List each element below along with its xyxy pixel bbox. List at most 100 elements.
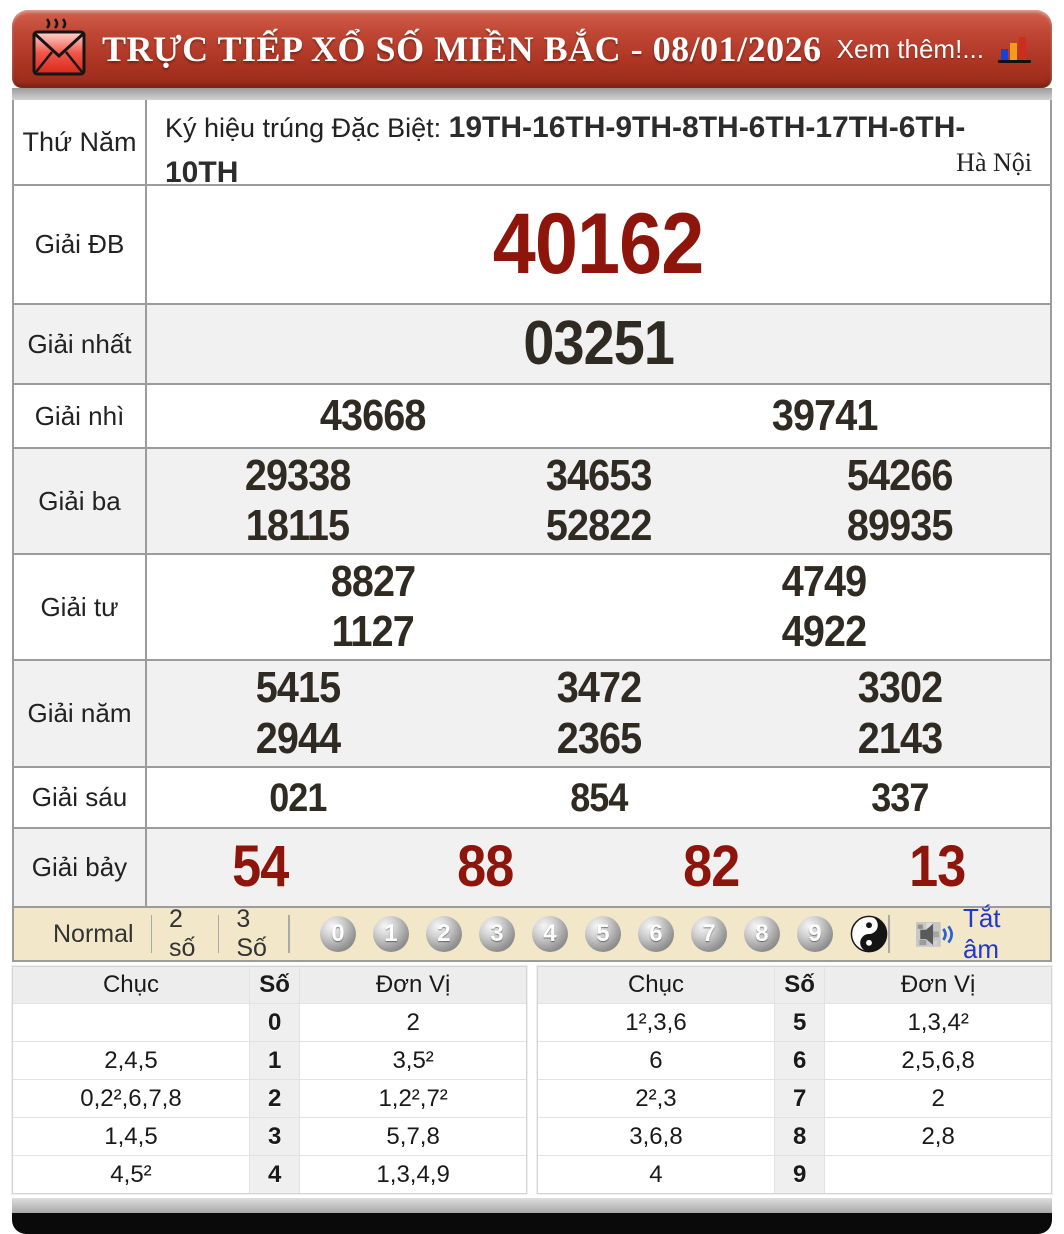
page-title: TRỰC TIẾP XỔ SỐ MIỀN BẮC - 08/01/2026 (102, 28, 822, 70)
tens-cell: 2²,3 (538, 1080, 774, 1117)
prize-number-line: 11274922 (147, 609, 1050, 655)
prize-number-line: 03251 (147, 311, 1050, 376)
prize-number: 40162 (493, 199, 704, 289)
prize-number-cell: 40162 (147, 199, 1050, 289)
summary-header-row: ChụcSốĐơn Vị (538, 967, 1051, 1003)
prize-number: 4749 (782, 559, 867, 605)
prize-number-cell: 1127 (147, 609, 599, 655)
tens-cell: 1,4,5 (13, 1118, 249, 1155)
digit-cell: 0 (249, 1004, 300, 1041)
digit-cell: 6 (774, 1042, 825, 1079)
yinyang-icon (850, 915, 888, 953)
prize-rows: Giải ĐB40162Giải nhất03251Giải nhì436683… (14, 184, 1050, 906)
speaker-icon[interactable] (916, 917, 955, 951)
number-ball-0[interactable]: 0 (320, 916, 356, 952)
prize-number: 43668 (320, 393, 426, 439)
mute-control[interactable]: Tắt âm (888, 903, 1032, 965)
prize-label: Giải tư (14, 555, 147, 659)
summary-section: ChụcSốĐơn Vị022,4,513,5²0,2²,6,7,821,2²,… (12, 966, 1052, 1194)
summary-row: 1,4,535,7,8 (13, 1117, 526, 1155)
tens-cell: 2,4,5 (13, 1042, 249, 1079)
prize-number: 52822 (546, 503, 652, 549)
prize-label: Giải nhì (14, 385, 147, 447)
prize-number-cell: 5415 (147, 665, 448, 711)
number-ball-6[interactable]: 6 (638, 916, 674, 952)
prize-number: 3302 (857, 665, 942, 711)
digit-cell: 9 (774, 1156, 825, 1193)
units-cell: 2,8 (825, 1118, 1051, 1155)
summary-row: 2²,372 (538, 1079, 1051, 1117)
summary-row: 0,2²,6,7,821,2²,7² (13, 1079, 526, 1117)
prize-number: 54 (232, 837, 288, 898)
envelope-icon (30, 18, 88, 80)
mute-label[interactable]: Tắt âm (963, 903, 1032, 965)
prize-number-cell: 8827 (147, 559, 599, 605)
see-more-link[interactable]: Xem thêm!... (837, 34, 1032, 65)
prize-number: 1127 (332, 609, 414, 655)
prize-label: Giải nhất (14, 305, 147, 383)
summary-row: 4,5²41,3,4,9 (13, 1155, 526, 1193)
prize-numbers: 29338 34653 54266 18115 52822 89935 (147, 449, 1050, 553)
number-ball-3[interactable]: 3 (479, 916, 515, 952)
prize-number-line: 294423652143 (147, 716, 1050, 762)
units-cell: 2 (300, 1004, 526, 1041)
prize-number-cell: 337 (749, 777, 1050, 819)
summary-header-cell: Số (774, 967, 825, 1003)
number-ball-8[interactable]: 8 (744, 916, 780, 952)
footer-bar (12, 1213, 1052, 1234)
see-more-label[interactable]: Xem thêm!... (837, 34, 984, 65)
prize-number: 3472 (556, 665, 641, 711)
summary-row: 3,6,882,8 (538, 1117, 1051, 1155)
number-ball-9[interactable]: 9 (797, 916, 833, 952)
page: TRỰC TIẾP XỔ SỐ MIỀN BẮC - 08/01/2026 Xe… (12, 10, 1052, 1234)
prize-numbers: 021854337 (147, 768, 1050, 827)
tens-cell: 0,2²,6,7,8 (13, 1080, 249, 1117)
prize-numbers: 40162 (147, 186, 1050, 303)
prize-number-line: 54888213 (147, 837, 1050, 898)
prize-label: Giải ba (14, 449, 147, 553)
separator (888, 915, 890, 953)
prize-number-cell: 89935 (749, 503, 1050, 549)
prize-label: Giải bảy (14, 829, 147, 906)
prize-label: Giải sáu (14, 768, 147, 827)
number-ball-2[interactable]: 2 (426, 916, 462, 952)
summary-row: 49 (538, 1155, 1051, 1193)
yinyang-ball[interactable] (850, 915, 888, 953)
prize-number-cell: 18115 (147, 503, 448, 549)
summary-header-cell: Đơn Vị (300, 967, 526, 1003)
mode-option-0[interactable]: Normal (36, 920, 151, 949)
prize-number-cell: 13 (824, 837, 1050, 898)
prize-number: 337 (871, 777, 928, 819)
prize-number: 2365 (556, 716, 641, 762)
units-cell: 2,5,6,8 (825, 1042, 1051, 1079)
number-ball-7[interactable]: 7 (691, 916, 727, 952)
prize-number: 854 (570, 777, 627, 819)
prize-number: 13 (909, 837, 965, 898)
digit-cell: 4 (249, 1156, 300, 1193)
prize-number: 18115 (246, 503, 349, 549)
number-ball-5[interactable]: 5 (585, 916, 621, 952)
ball-row: 0123456789 (320, 916, 833, 952)
symbol-label: Ký hiệu trúng Đặc Biệt: (165, 113, 449, 143)
weekday-label: Thứ Năm (14, 100, 147, 184)
prize-number-line: 021854337 (147, 777, 1050, 819)
prize-number: 34653 (546, 453, 652, 499)
mode-option-2[interactable]: 3 Số (219, 905, 288, 963)
digit-cell: 7 (774, 1080, 825, 1117)
mode-option-1[interactable]: 2 số (152, 905, 218, 963)
prize-number-cell: 29338 (147, 453, 448, 499)
prize-number: 29338 (245, 453, 351, 499)
tens-cell: 1²,3,6 (538, 1004, 774, 1041)
prize-number-cell: 4749 (599, 559, 1051, 605)
prize-number-cell: 54 (147, 837, 373, 898)
number-ball-4[interactable]: 4 (532, 916, 568, 952)
prize-number-line: 8827 4749 (147, 559, 1050, 605)
units-cell: 5,7,8 (300, 1118, 526, 1155)
summary-header-cell: Chục (538, 967, 774, 1003)
prize-number: 54266 (847, 453, 953, 499)
units-cell: 3,5² (300, 1042, 526, 1079)
summary-header-row: ChụcSốĐơn Vị (13, 967, 526, 1003)
units-cell: 1,3,4² (825, 1004, 1051, 1041)
number-ball-1[interactable]: 1 (373, 916, 409, 952)
info-row: Thứ Năm Ký hiệu trúng Đặc Biệt: 19TH-16T… (14, 100, 1050, 184)
